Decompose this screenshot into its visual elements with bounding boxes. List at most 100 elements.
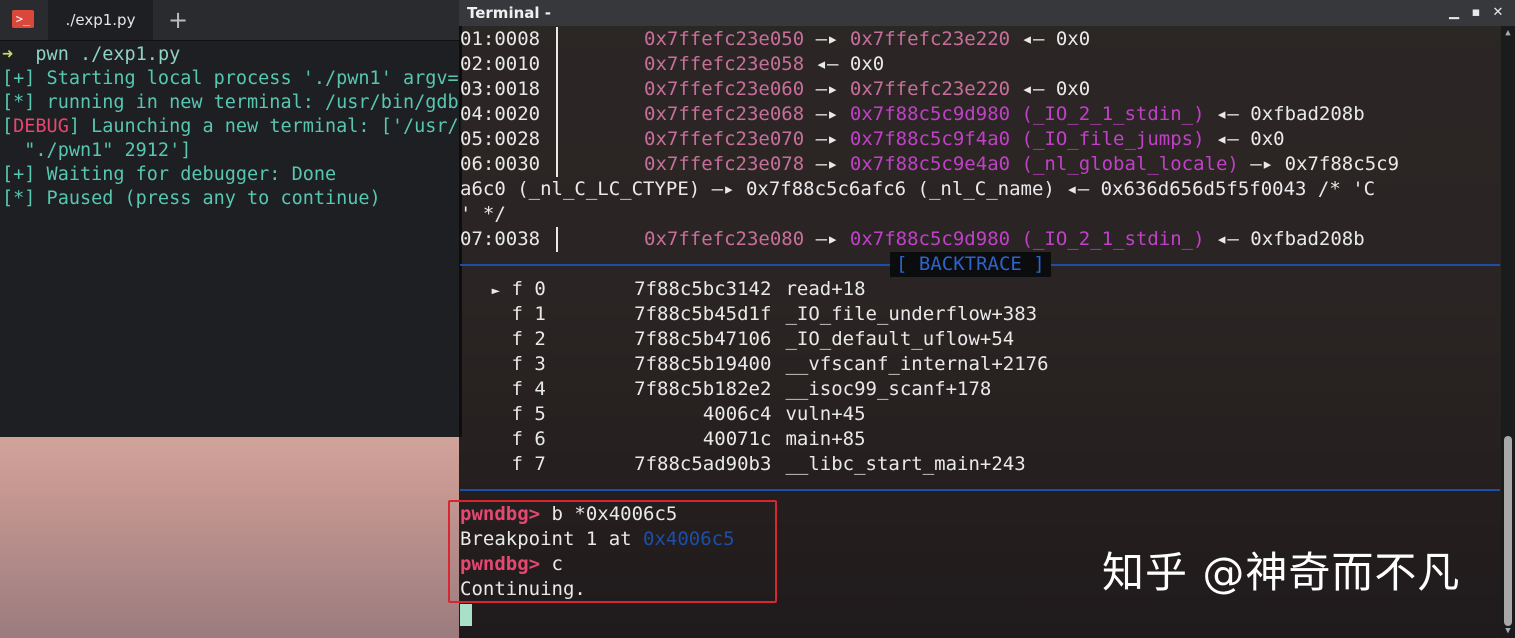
frame-number: f 5 <box>511 403 546 425</box>
left-terminal-window: >_ ./exp1.py + ➜ pwn ./exp1.py [+] Start… <box>0 0 462 437</box>
text-cursor <box>460 603 472 626</box>
scroll-down-icon[interactable]: ▼ <box>1501 624 1515 638</box>
stack-index: 04:0020 <box>460 103 541 125</box>
stack-divider <box>556 127 644 152</box>
stack-index: 01:0008 <box>460 28 541 50</box>
stack-address: 0x7ffefc23e060 <box>644 78 805 100</box>
stack-index: 07:0038 <box>460 228 541 250</box>
frame-number: f 4 <box>511 378 546 400</box>
stack-address: 0x7ffefc23e078 <box>644 153 805 175</box>
pointer-arrow: —▸ <box>804 153 850 175</box>
minimize-icon[interactable]: ▁ <box>1445 4 1463 22</box>
stack-row: 03:0018 0x7ffefc23e060 —▸ 0x7ffefc23e220 … <box>460 77 1500 102</box>
stack-index: 05:0028 <box>460 128 541 150</box>
frame-symbol: __vfscanf_internal+2176 <box>785 353 1049 375</box>
wrapped-line: ' */ <box>460 203 506 225</box>
frame-number: f 3 <box>511 353 546 375</box>
frame-address: 7f88c5b19400 <box>634 353 772 375</box>
terminal-line: [+] Starting local process './pwn1' argv… <box>2 68 462 89</box>
current-frame-marker-icon: ► <box>491 283 500 299</box>
pointer-arrow: —▸ <box>804 103 850 125</box>
input-line[interactable] <box>460 602 1500 627</box>
frame-address: 7f88c5b45d1f <box>634 303 772 325</box>
pointer-arrow: —▸ <box>804 78 850 100</box>
pointer-arrow: —▸ <box>804 128 850 150</box>
stack-address: 0x7ffefc23e080 <box>644 228 805 250</box>
pointer-arrow: ◂— <box>804 53 850 75</box>
stack-row: 06:0030 0x7ffefc23e078 —▸ 0x7f88c5c9e4a0 … <box>460 152 1500 177</box>
maximize-icon[interactable]: ▪ <box>1467 4 1485 22</box>
frame-number: f 1 <box>511 303 546 325</box>
pointer-target: 0x0 <box>849 53 885 75</box>
backtrace-frame: f 4 7f88c5b182e2 __isoc99_scanf+178 <box>460 377 1500 402</box>
backtrace-frame: f 1 7f88c5b45d1f _IO_file_underflow+383 <box>460 302 1500 327</box>
stack-row: 04:0020 0x7ffefc23e068 —▸ 0x7f88c5c9d980 … <box>460 102 1500 127</box>
terminal-line: [DEBUG] Launching a new terminal: ['/usr… <box>0 115 462 139</box>
scrollbar-thumb[interactable] <box>1504 436 1512 626</box>
frame-symbol: _IO_default_uflow+54 <box>785 328 1015 350</box>
stack-index: 06:0030 <box>460 153 541 175</box>
pointer-target: 0x7f88c5c9f4a0 (_IO_file_jumps) <box>849 128 1205 150</box>
frame-symbol: main+85 <box>785 428 866 450</box>
frame-symbol: __isoc99_scanf+178 <box>785 378 992 400</box>
stack-index: 03:0018 <box>460 78 541 100</box>
terminal-line: [+] Waiting for debugger: Done <box>2 164 337 185</box>
backtrace-frame: f 5 4006c4 vuln+45 <box>460 402 1500 427</box>
stack-row: 01:0008 0x7ffefc23e050 —▸ 0x7ffefc23e220 … <box>460 27 1500 52</box>
highlight-box <box>448 500 777 603</box>
close-icon[interactable]: ✕ <box>1489 4 1507 22</box>
pointer-target: 0x7ffefc23e220 <box>849 78 1011 100</box>
backtrace-frame: ► f 0 7f88c5bc3142 read+18 <box>460 277 1500 302</box>
terminal-line: [*] running in new terminal: /usr/bin/gd… <box>2 92 459 113</box>
tab-exp1[interactable]: ./exp1.py <box>48 0 153 40</box>
new-tab-button[interactable]: + <box>164 6 192 34</box>
pointer-arrow: —▸ <box>804 28 850 50</box>
backtrace-frame: f 2 7f88c5b47106 _IO_default_uflow+54 <box>460 327 1500 352</box>
stack-address: 0x7ffefc23e058 <box>644 53 805 75</box>
stack-divider <box>556 52 644 77</box>
vertical-scrollbar[interactable]: ▲ ▼ <box>1501 26 1515 638</box>
terminal-line: ➜ pwn ./exp1.py <box>0 43 462 67</box>
frame-number: f 7 <box>511 453 546 475</box>
command-text: pwn ./exp1.py <box>35 44 181 65</box>
stack-divider <box>556 152 644 177</box>
backtrace-end-separator <box>460 477 1500 502</box>
window-titlebar[interactable]: Terminal - ▁ ▪ ✕ <box>459 0 1515 26</box>
frame-address: 7f88c5b47106 <box>634 328 772 350</box>
frame-number: f 2 <box>511 328 546 350</box>
frame-number: f 0 <box>511 278 546 300</box>
backtrace-frame: f 6 40071c main+85 <box>460 427 1500 452</box>
pointer-value: ◂— 0xfbad208b <box>1204 228 1365 250</box>
pointer-value: ◂— 0x0 <box>1204 128 1285 150</box>
stack-divider <box>556 227 644 252</box>
left-tab-bar: >_ ./exp1.py + <box>0 0 462 41</box>
terminal-line: "./pwn1" 2912'] <box>2 140 192 161</box>
pointer-target: 0x7f88c5c9d980 (_IO_2_1_stdin_) <box>849 228 1205 250</box>
stack-row: 05:0028 0x7ffefc23e070 —▸ 0x7f88c5c9f4a0 … <box>460 127 1500 152</box>
pointer-target: 0x7f88c5c9e4a0 (_nl_global_locale) <box>849 153 1239 175</box>
scroll-up-icon[interactable]: ▲ <box>1501 26 1515 40</box>
frame-address: 7f88c5ad90b3 <box>634 453 772 475</box>
window-title: Terminal - <box>467 4 551 22</box>
separator-rule <box>460 489 1500 491</box>
watermark-text: 知乎 @神奇而不凡 <box>1102 548 1461 597</box>
pointer-target: 0x7f88c5c9d980 (_IO_2_1_stdin_) <box>849 103 1205 125</box>
stack-divider <box>556 27 644 52</box>
backtrace-frame: f 3 7f88c5b19400 __vfscanf_internal+2176 <box>460 352 1500 377</box>
debug-text: ] Launching a new terminal: ['/usr/bin/x… <box>68 116 462 137</box>
stack-address: 0x7ffefc23e068 <box>644 103 805 125</box>
frame-address: 7f88c5b182e2 <box>634 378 772 400</box>
prompt-arrow-icon: ➜ <box>2 44 36 65</box>
terminal-line: [*] Paused (press any to continue) <box>2 188 381 209</box>
stack-divider <box>556 102 644 127</box>
stack-address: 0x7ffefc23e050 <box>644 28 805 50</box>
left-terminal-output[interactable]: ➜ pwn ./exp1.py [+] Starting local proce… <box>0 41 462 211</box>
terminal-app-icon[interactable]: >_ <box>12 10 34 28</box>
wrapped-line: a6c0 (_nl_C_LC_CTYPE) —▸ 0x7f88c5c6afc6 … <box>460 178 1376 200</box>
pointer-target: 0x7ffefc23e220 <box>849 28 1011 50</box>
backtrace-frame: f 7 7f88c5ad90b3 __libc_start_main+243 <box>460 452 1500 477</box>
frame-number: f 6 <box>511 428 546 450</box>
frame-symbol: vuln+45 <box>785 403 866 425</box>
backtrace-header: [ BACKTRACE ] <box>890 252 1051 277</box>
frame-symbol: _IO_file_underflow+383 <box>785 303 1038 325</box>
